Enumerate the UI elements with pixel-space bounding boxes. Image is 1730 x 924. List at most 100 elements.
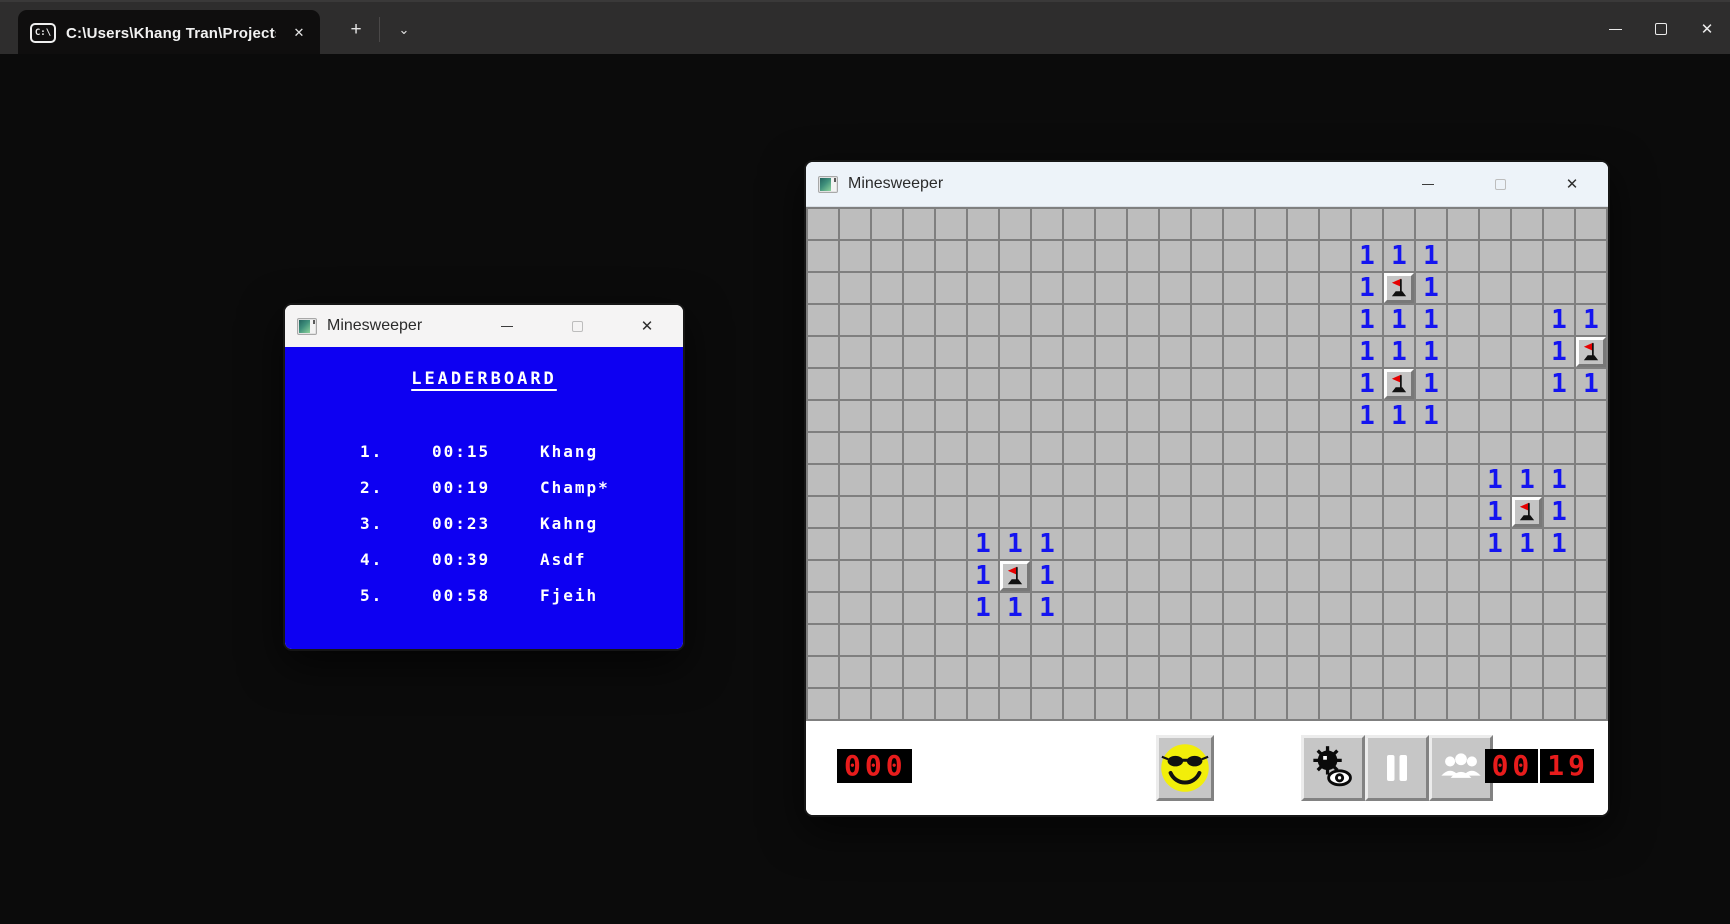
grid-cell[interactable]: [1512, 305, 1544, 337]
grid-cell[interactable]: [1224, 561, 1256, 593]
grid-cell[interactable]: [1096, 241, 1128, 273]
grid-cell[interactable]: [1416, 625, 1448, 657]
grid-cell[interactable]: [1544, 273, 1576, 305]
flagged-cell[interactable]: [1384, 369, 1414, 399]
grid-cell[interactable]: [1352, 497, 1384, 529]
grid-cell[interactable]: [1160, 369, 1192, 401]
grid-cell[interactable]: [1320, 497, 1352, 529]
grid-cell[interactable]: [808, 529, 840, 561]
grid-cell[interactable]: [1512, 273, 1544, 305]
grid-cell[interactable]: [1064, 465, 1096, 497]
grid-cell[interactable]: [1000, 401, 1032, 433]
grid-cell[interactable]: [840, 305, 872, 337]
grid-cell[interactable]: [1192, 529, 1224, 561]
grid-cell[interactable]: [808, 497, 840, 529]
grid-cell[interactable]: [1480, 273, 1512, 305]
grid-cell[interactable]: [1480, 241, 1512, 273]
grid-cell[interactable]: [904, 529, 936, 561]
grid-cell[interactable]: [904, 273, 936, 305]
grid-cell[interactable]: [1320, 529, 1352, 561]
grid-cell[interactable]: [1288, 497, 1320, 529]
grid-cell[interactable]: [936, 465, 968, 497]
grid-cell[interactable]: [1448, 529, 1480, 561]
grid-cell[interactable]: [1544, 241, 1576, 273]
grid-cell[interactable]: [1384, 369, 1416, 401]
grid-cell[interactable]: [1480, 337, 1512, 369]
grid-cell[interactable]: [1288, 529, 1320, 561]
grid-cell[interactable]: [1288, 337, 1320, 369]
grid-cell[interactable]: [968, 497, 1000, 529]
grid-cell[interactable]: [840, 465, 872, 497]
grid-cell[interactable]: [872, 561, 904, 593]
grid-cell[interactable]: 1: [1416, 337, 1448, 369]
grid-cell[interactable]: [1192, 209, 1224, 241]
grid-cell[interactable]: [1576, 625, 1608, 657]
grid-cell[interactable]: [840, 209, 872, 241]
grid-cell[interactable]: [1512, 497, 1544, 529]
flagged-cell[interactable]: [1000, 561, 1030, 591]
grid-cell[interactable]: [808, 209, 840, 241]
grid-cell[interactable]: [1160, 689, 1192, 721]
grid-cell[interactable]: [1512, 625, 1544, 657]
grid-cell[interactable]: [1288, 657, 1320, 689]
grid-cell[interactable]: [1256, 497, 1288, 529]
grid-cell[interactable]: [808, 401, 840, 433]
grid-cell[interactable]: [872, 657, 904, 689]
grid-cell[interactable]: [1192, 689, 1224, 721]
grid-cell[interactable]: [1064, 305, 1096, 337]
grid-cell[interactable]: 1: [1384, 305, 1416, 337]
grid-cell[interactable]: [808, 625, 840, 657]
tab-close-icon[interactable]: ✕: [286, 20, 312, 46]
grid-cell[interactable]: [1192, 337, 1224, 369]
grid-cell[interactable]: [1576, 497, 1608, 529]
grid-cell[interactable]: [968, 209, 1000, 241]
grid-cell[interactable]: [1352, 593, 1384, 625]
grid-cell[interactable]: [1160, 625, 1192, 657]
grid-cell[interactable]: 1: [1544, 497, 1576, 529]
grid-cell[interactable]: [1512, 241, 1544, 273]
grid-cell[interactable]: [1160, 337, 1192, 369]
grid-cell[interactable]: [1480, 369, 1512, 401]
grid-cell[interactable]: [808, 273, 840, 305]
grid-cell[interactable]: [968, 273, 1000, 305]
grid-cell[interactable]: [1544, 625, 1576, 657]
minesweeper-window-titlebar[interactable]: Minesweeper ✕: [806, 162, 1608, 207]
grid-cell[interactable]: [1352, 561, 1384, 593]
grid-cell[interactable]: [936, 337, 968, 369]
grid-cell[interactable]: [1128, 689, 1160, 721]
grid-cell[interactable]: [1224, 689, 1256, 721]
grid-cell[interactable]: [808, 241, 840, 273]
grid-cell[interactable]: [1480, 433, 1512, 465]
grid-cell[interactable]: [1128, 433, 1160, 465]
grid-cell[interactable]: 1: [1384, 401, 1416, 433]
grid-cell[interactable]: [1000, 305, 1032, 337]
grid-cell[interactable]: [1448, 561, 1480, 593]
grid-cell[interactable]: [1064, 689, 1096, 721]
grid-cell[interactable]: [1224, 625, 1256, 657]
grid-cell[interactable]: 1: [1512, 465, 1544, 497]
smiley-reset-button[interactable]: [1156, 735, 1214, 801]
grid-cell[interactable]: [808, 433, 840, 465]
grid-cell[interactable]: [1512, 369, 1544, 401]
grid-cell[interactable]: [1416, 209, 1448, 241]
grid-cell[interactable]: [1288, 273, 1320, 305]
grid-cell[interactable]: [1448, 241, 1480, 273]
grid-cell[interactable]: [840, 625, 872, 657]
grid-cell[interactable]: [1544, 561, 1576, 593]
grid-cell[interactable]: [1448, 401, 1480, 433]
grid-cell[interactable]: [1160, 561, 1192, 593]
grid-cell[interactable]: [1256, 465, 1288, 497]
grid-cell[interactable]: [1576, 209, 1608, 241]
grid-cell[interactable]: [936, 369, 968, 401]
grid-cell[interactable]: [1448, 465, 1480, 497]
grid-cell[interactable]: 1: [1352, 241, 1384, 273]
grid-cell[interactable]: [1128, 273, 1160, 305]
grid-cell[interactable]: [1448, 369, 1480, 401]
grid-cell[interactable]: [904, 561, 936, 593]
grid-cell[interactable]: [1224, 497, 1256, 529]
terminal-maximize-button[interactable]: [1638, 2, 1684, 56]
grid-cell[interactable]: [1384, 593, 1416, 625]
grid-cell[interactable]: [1480, 593, 1512, 625]
grid-cell[interactable]: [1128, 657, 1160, 689]
grid-cell[interactable]: [1512, 433, 1544, 465]
